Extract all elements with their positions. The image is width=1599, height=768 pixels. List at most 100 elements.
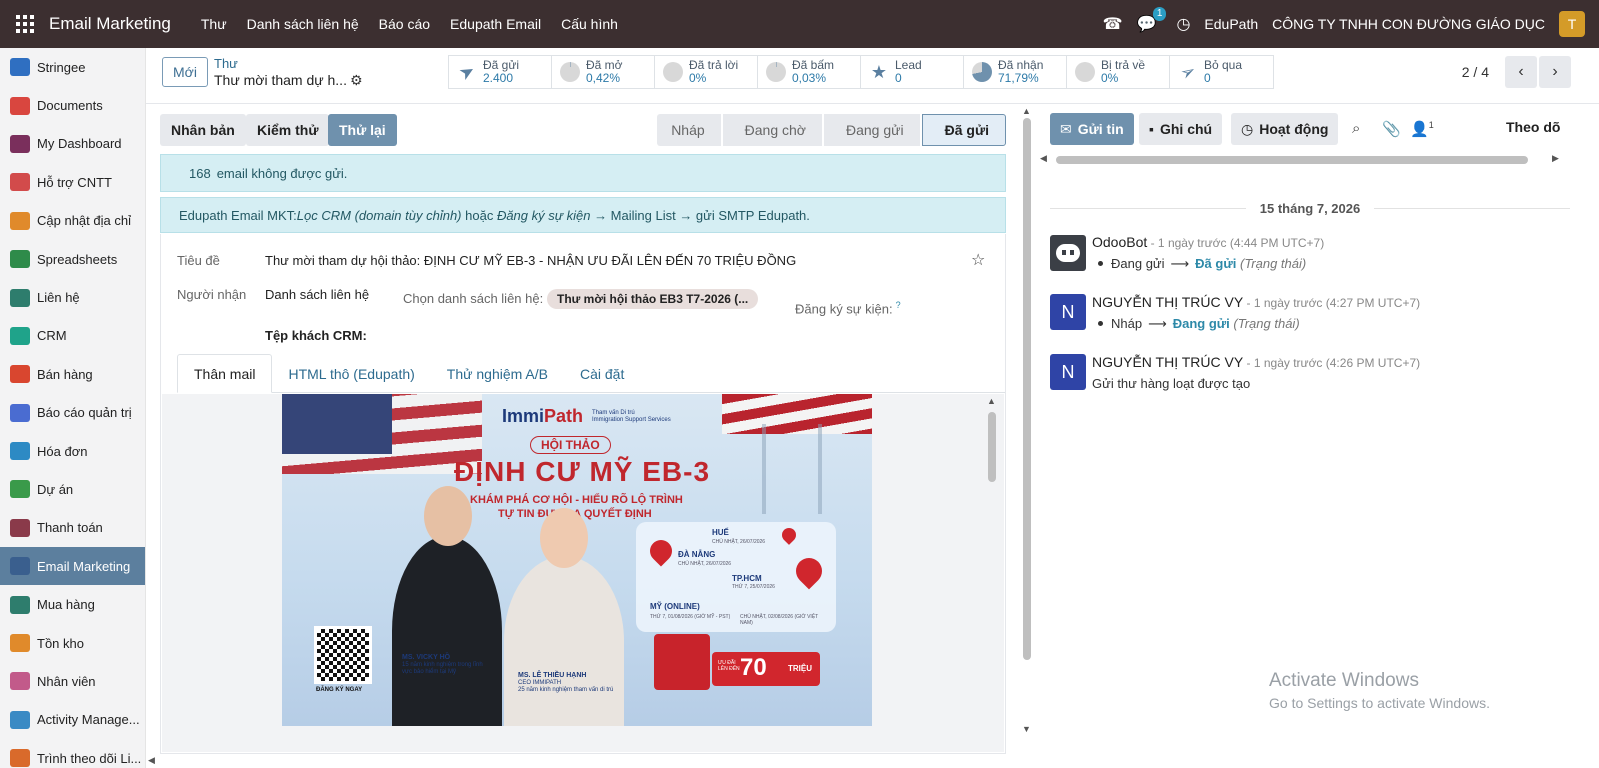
message-author[interactable]: NGUYỄN THỊ TRÚC VY - 1 ngày trước (4:27 … — [1092, 294, 1420, 310]
breadcrumb-parent[interactable]: Thư — [214, 56, 238, 71]
message-author[interactable]: OdooBot - 1 ngày trước (4:44 PM UTC+7) — [1092, 234, 1324, 250]
scroll-up-icon[interactable]: ▲ — [1022, 106, 1031, 116]
failed-count[interactable]: 168 — [189, 166, 211, 181]
app-icon — [10, 58, 30, 77]
pager-next-button[interactable]: › — [1539, 56, 1571, 88]
paperclip-icon[interactable]: 📎 — [1382, 120, 1401, 138]
stage-sent[interactable]: Đã gửi — [921, 114, 1006, 146]
sidebar-item[interactable]: Bán hàng — [0, 355, 145, 393]
app-icon — [10, 442, 30, 461]
stat-button[interactable]: Đã bấm 0,03% — [758, 56, 861, 88]
pager-previous-button[interactable]: ‹ — [1505, 56, 1537, 88]
sidebar-item[interactable]: Thanh toán — [0, 509, 145, 547]
sidebar-item[interactable]: Tồn kho — [0, 624, 145, 662]
sidebar-item[interactable]: Spreadsheets — [0, 240, 145, 278]
stat-text: Bị trả về 0% — [1101, 59, 1145, 85]
scroll-left-icon[interactable]: ◀ — [148, 755, 155, 766]
user-avatar[interactable]: N — [1050, 294, 1086, 330]
odoobot-avatar[interactable] — [1050, 235, 1086, 271]
recipient-field[interactable]: Danh sách liên hệ — [265, 287, 369, 302]
phone-icon[interactable]: ☎ — [1103, 14, 1123, 34]
chatter-h-scrollbar[interactable]: ◀ ▶ — [1040, 153, 1560, 165]
test-button[interactable]: Kiểm thử — [246, 114, 330, 146]
stage-sending[interactable]: Đang gửi — [823, 114, 920, 146]
sidebar-item[interactable]: Stringee — [0, 48, 145, 86]
stat-button[interactable]: ➤ Đã gửi 2.400 — [449, 56, 552, 88]
menu-configuration[interactable]: Cấu hình — [551, 16, 628, 32]
follow-button[interactable]: Theo dõ — [1506, 119, 1560, 135]
tab-settings[interactable]: Cài đặt — [564, 354, 640, 393]
stat-button[interactable]: Bị trả về 0% — [1067, 56, 1170, 88]
scroll-up-icon[interactable]: ▲ — [987, 396, 996, 406]
star-icon[interactable]: ☆ — [971, 250, 985, 270]
stat-button[interactable]: Đã trả lời 0% — [655, 56, 758, 88]
message-author[interactable]: NGUYỄN THỊ TRÚC VY - 1 ngày trước (4:26 … — [1092, 354, 1420, 370]
sidebar-item[interactable]: Activity Manage... — [0, 701, 145, 739]
new-button[interactable]: Mới — [162, 57, 208, 87]
tab-body[interactable]: Thân mail — [177, 354, 273, 393]
editor-scrollbar[interactable]: ▲ — [986, 394, 998, 752]
mail-body-editor[interactable]: ImmiPath Tham vấn Di trú Immigration Supp… — [162, 394, 1004, 752]
app-name[interactable]: Email Marketing — [49, 14, 171, 34]
sidebar-item[interactable]: Mua hàng — [0, 585, 145, 623]
search-icon[interactable]: ⌕ — [1352, 120, 1360, 137]
app-icon — [10, 288, 30, 307]
page-h-scrollbar[interactable]: ◀ — [146, 754, 1599, 768]
sidebar-item[interactable]: Cập nhật địa chỉ — [0, 202, 145, 240]
company-switcher[interactable]: EduPath — [1204, 16, 1258, 32]
message-date: - 1 ngày trước (4:27 PM UTC+7) — [1243, 296, 1421, 310]
scroll-right-icon[interactable]: ▶ — [1552, 153, 1559, 164]
sidebar-item[interactable]: My Dashboard — [0, 125, 145, 163]
sidebar-item[interactable]: Nhân viên — [0, 662, 145, 700]
menu-reports[interactable]: Báo cáo — [369, 16, 440, 32]
duplicate-button[interactable]: Nhân bản — [160, 114, 246, 146]
stage-draft[interactable]: Nháp — [657, 114, 721, 146]
form-scrollbar[interactable]: ▲ ▼ — [1022, 104, 1032, 754]
form-scroll-thumb[interactable] — [1023, 118, 1031, 660]
tracking-old-value: Đang gửi — [1111, 256, 1165, 271]
message-author-name[interactable]: NGUYỄN THỊ TRÚC VY — [1092, 294, 1243, 310]
stage-queued[interactable]: Đang chờ — [722, 114, 822, 146]
sidebar-item[interactable]: Documents — [0, 86, 145, 124]
pager-value[interactable]: 2 / 4 — [1462, 64, 1489, 80]
sidebar-item[interactable]: Báo cáo quản trị — [0, 394, 145, 432]
send-message-button[interactable]: ✉ Gửi tin — [1050, 113, 1134, 145]
contact-list-tag[interactable]: Thư mời hội thảo EB3 T7-2026 (... — [547, 289, 759, 309]
user-avatar[interactable]: N — [1050, 354, 1086, 390]
clock-icon[interactable]: ◷ — [1176, 14, 1190, 34]
sidebar-item[interactable]: Hỗ trợ CNTT — [0, 163, 145, 201]
stat-button[interactable]: Đã nhận 71,79% — [964, 56, 1067, 88]
stat-button[interactable]: Đã mở 0,42% — [552, 56, 655, 88]
message-author-name[interactable]: OdooBot — [1092, 234, 1147, 250]
sidebar-item[interactable]: Email Marketing — [0, 547, 145, 586]
followers-icon[interactable]: 👤1 — [1410, 120, 1434, 138]
tab-raw-html[interactable]: HTML thô (Edupath) — [272, 354, 430, 393]
stat-button[interactable]: ➢ Bỏ qua 0 — [1170, 56, 1273, 88]
apps-menu-icon[interactable] — [15, 14, 35, 34]
chat-icon[interactable]: 💬 1 — [1137, 7, 1167, 34]
menu-mailing[interactable]: Thư — [191, 16, 237, 32]
tab-ab-testing[interactable]: Thử nghiệm A/B — [431, 354, 564, 393]
sidebar-item[interactable]: Hóa đơn — [0, 432, 145, 470]
message-author-name[interactable]: NGUYỄN THỊ TRÚC VY — [1092, 354, 1243, 370]
subject-field[interactable]: Thư mời tham dự hội thảo: ĐỊNH CƯ MỸ EB-… — [265, 253, 796, 268]
state-stages: Nháp Đang chờ Đang gửi Đã gửi — [655, 114, 1006, 146]
editor-scroll-thumb[interactable] — [988, 412, 996, 482]
log-note-button[interactable]: ▪ Ghi chú — [1139, 113, 1223, 145]
sidebar-item[interactable]: CRM — [0, 317, 145, 355]
menu-edupath-email[interactable]: Edupath Email — [440, 16, 551, 32]
chatter-scroll-thumb[interactable] — [1056, 156, 1528, 164]
sidebar-scrollbar[interactable] — [0, 754, 145, 768]
help-icon[interactable]: ? — [896, 300, 901, 310]
scroll-down-icon[interactable]: ▼ — [1022, 724, 1031, 734]
gear-icon[interactable]: ⚙ — [350, 72, 363, 89]
scroll-left-icon[interactable]: ◀ — [1040, 153, 1047, 164]
stat-button[interactable]: ★ Lead 0 — [861, 56, 964, 88]
menu-contact-lists[interactable]: Danh sách liên hệ — [237, 16, 369, 32]
retry-button[interactable]: Thử lại — [328, 114, 397, 146]
sidebar-item[interactable]: Dự án — [0, 470, 145, 508]
sidebar-item[interactable]: Liên hệ — [0, 278, 145, 316]
user-avatar[interactable]: T — [1559, 11, 1585, 37]
company-name[interactable]: CÔNG TY TNHH CON ĐƯỜNG GIÁO DỤC — [1272, 16, 1545, 32]
activity-button[interactable]: ◷ Hoạt động — [1231, 113, 1339, 145]
